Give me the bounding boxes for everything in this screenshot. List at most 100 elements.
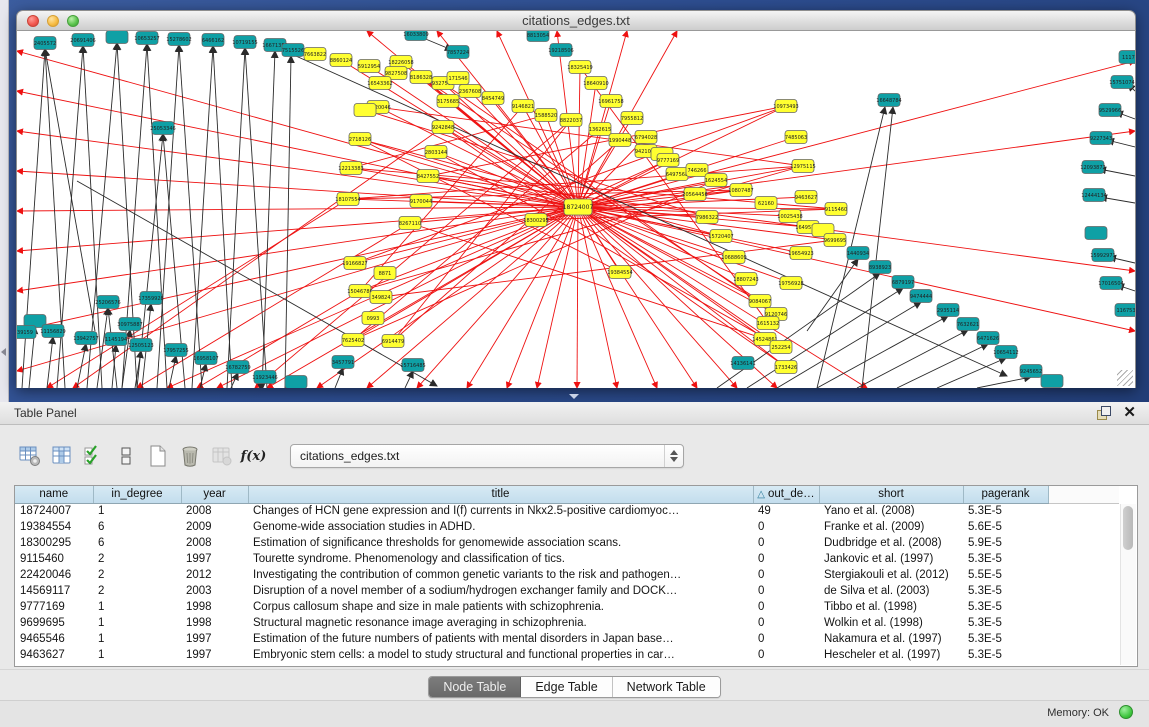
panel-expand-arrow-icon[interactable] [1, 348, 6, 356]
table-cell: 6 [93, 535, 181, 551]
graph-node[interactable] [1085, 227, 1107, 240]
tab-edge-table[interactable]: Edge Table [521, 677, 612, 697]
graph-node-label: 3175685 [437, 99, 459, 105]
graph-node-label: 25053346 [150, 126, 175, 132]
resize-grip-icon[interactable] [1117, 370, 1133, 386]
graph-node-label: 15278602 [166, 37, 191, 43]
collapsed-control-panel[interactable] [0, 0, 9, 402]
graph-node-label: 171546 [448, 76, 467, 82]
tab-node-table[interactable]: Node Table [429, 677, 521, 697]
graph-node-label: 10653257 [134, 36, 159, 42]
citation-network-graph[interactable]: 2405572206914061065325715278602646616210… [17, 31, 1135, 388]
table-row[interactable]: 969969511998Structural magnetic resonanc… [15, 615, 1119, 631]
graph-node-label: 16961758 [598, 99, 623, 105]
table-cell: 5.5E-5 [963, 567, 1048, 583]
table-cell: Dudbridge et al. (2008) [819, 535, 963, 551]
close-traffic-light-icon[interactable] [27, 15, 39, 27]
graph-node[interactable] [354, 104, 376, 117]
minimize-traffic-light-icon[interactable] [47, 15, 59, 27]
table-cell: 2 [93, 567, 181, 583]
graph-node[interactable] [1041, 375, 1063, 388]
zoom-traffic-light-icon[interactable] [67, 15, 79, 27]
column-header-in-degree[interactable]: in_degree [93, 486, 181, 503]
graph-node-label: 12444134 [1081, 193, 1106, 199]
function-icon: f(x) [241, 449, 267, 464]
table-cell: Estimation of the future numbers of pati… [248, 631, 753, 647]
scrollbar-thumb[interactable] [1123, 506, 1133, 550]
graph-node[interactable] [106, 31, 128, 44]
graph-node-label: 19166827 [342, 261, 367, 267]
table-cell [1048, 503, 1119, 519]
column-header-short[interactable]: short [819, 486, 963, 503]
table-cell: 5.3E-5 [963, 583, 1048, 599]
table-settings-button[interactable] [16, 443, 43, 470]
graph-edge [857, 330, 968, 388]
table-cell: 2009 [181, 519, 248, 535]
graph-edge [47, 337, 53, 388]
graph-edge [157, 45, 179, 388]
function-button[interactable]: f(x) [240, 443, 267, 470]
new-document-button[interactable] [144, 443, 171, 470]
graph-node-label: 6497568 [666, 172, 688, 178]
table-cell: 9777169 [15, 599, 93, 615]
column-header-pagerank[interactable]: pagerank [963, 486, 1048, 503]
float-panel-icon[interactable] [1097, 406, 1111, 420]
column-header-out-de[interactable]: △out_de… [753, 486, 819, 503]
table-row[interactable]: 2242004622012Investigating the contribut… [15, 567, 1119, 583]
graph-node-label: 39159 [17, 330, 33, 336]
table-row[interactable]: 1456911722003Disruption of a novel membe… [15, 583, 1119, 599]
column-header-year[interactable]: year [181, 486, 248, 503]
table-row[interactable]: 911546021997Tourette syndrome. Phenomeno… [15, 551, 1119, 567]
network-canvas[interactable]: 2405572206914061065325715278602646616210… [16, 31, 1136, 388]
graph-node-label: 5912954 [358, 64, 380, 70]
graph-node-label: 15720407 [708, 234, 733, 240]
graph-node-label: 20564456 [682, 192, 707, 198]
graph-node-label: 1440934 [847, 251, 869, 257]
graph-edge [335, 368, 343, 388]
table-cell: Embryonic stem cells: a model to study s… [248, 647, 753, 663]
table-selector-dropdown[interactable]: citations_edges.txt [290, 444, 684, 468]
table-cell: 5.6E-5 [963, 519, 1048, 535]
table-row[interactable]: 946362711997Embryonic stem cells: a mode… [15, 647, 1119, 663]
table-cell: 18300295 [15, 535, 93, 551]
graph-edge [507, 207, 578, 388]
table-row[interactable]: 946554611997Estimation of the future num… [15, 631, 1119, 647]
graph-node-label: 7485063 [785, 135, 807, 141]
table-cell: 6 [93, 519, 181, 535]
delete-trash-button[interactable] [176, 443, 203, 470]
graph-node-label: 2405572 [34, 41, 56, 47]
table-row[interactable]: 1830029562008Estimation of significance … [15, 535, 1119, 551]
table-row[interactable]: 1872400712008Changes of HCN gene express… [15, 503, 1119, 519]
table-row[interactable]: 1938455462009Genome-wide association stu… [15, 519, 1119, 535]
graph-node-label: 15751074 [1109, 80, 1134, 86]
splitter-collapse-icon[interactable] [569, 394, 579, 399]
graph-edge [17, 171, 578, 207]
tab-network-table[interactable]: Network Table [613, 677, 720, 697]
table-cell: Nakamura et al. (1997) [819, 631, 963, 647]
graph-edge [381, 240, 835, 297]
show-columns-button[interactable] [48, 443, 75, 470]
table-settings-icon [19, 445, 41, 467]
graph-node-label: 1624554 [705, 178, 727, 184]
column-header-name[interactable]: name [15, 486, 93, 503]
close-panel-icon[interactable]: ✕ [1123, 404, 1136, 422]
graph-node-label: 1733426 [775, 365, 797, 371]
graph-node-label: 15046786 [347, 289, 372, 295]
import-table-button [208, 443, 235, 470]
row-height-button[interactable] [112, 443, 139, 470]
graph-node-label: 10025438 [777, 214, 802, 220]
graph-node[interactable] [285, 376, 307, 389]
table-row[interactable]: 977716911998Corpus callosum shape and si… [15, 599, 1119, 615]
graph-node-label: 18107554 [335, 197, 360, 203]
table-cell: 0 [753, 567, 819, 583]
select-rows-check-button[interactable] [80, 443, 107, 470]
table-cell: 22420046 [15, 567, 93, 583]
vertical-scrollbar[interactable] [1120, 504, 1136, 665]
window-titlebar[interactable]: citations_edges.txt [16, 10, 1136, 31]
graph-node-label: 7632621 [957, 322, 979, 328]
graph-node-label: 8938923 [869, 265, 891, 271]
show-columns-icon [51, 445, 73, 467]
graph-node-label: 9463627 [795, 195, 817, 201]
node-table-container: namein_degreeyeartitle△out_de…shortpager… [14, 485, 1138, 667]
column-header-title[interactable]: title [248, 486, 753, 503]
